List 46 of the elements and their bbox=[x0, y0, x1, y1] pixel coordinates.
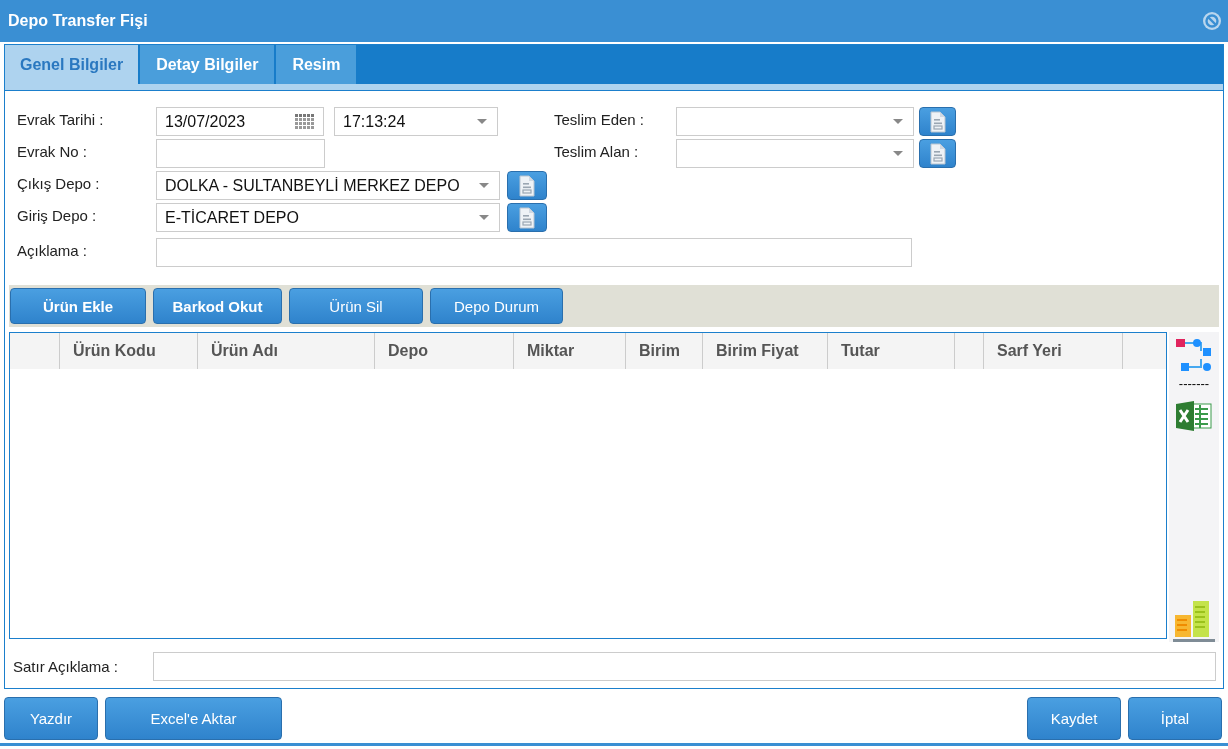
column-header[interactable]: Ürün Adı bbox=[198, 333, 375, 369]
lookup-button[interactable] bbox=[919, 107, 956, 136]
toolbar-button[interactable]: Barkod Okut bbox=[153, 288, 282, 324]
lookup-button[interactable] bbox=[919, 139, 956, 168]
footer-button[interactable]: Kaydet bbox=[1027, 697, 1121, 740]
toolbar-button[interactable]: Ürün Ekle bbox=[10, 288, 146, 324]
lookup-button[interactable] bbox=[507, 203, 547, 232]
input-field[interactable] bbox=[156, 238, 912, 267]
footer-button[interactable]: İptal bbox=[1128, 697, 1222, 740]
field-label: Açıklama : bbox=[17, 241, 89, 259]
toolbar-button[interactable]: Depo Durum bbox=[430, 288, 563, 324]
calendar-icon bbox=[295, 113, 315, 130]
field-label: Çıkış Depo : bbox=[17, 174, 101, 192]
column-header[interactable]: Tutar bbox=[828, 333, 955, 369]
document-icon bbox=[516, 173, 538, 198]
date-field[interactable]: 13/07/2023 bbox=[156, 107, 324, 136]
footer-button[interactable]: Yazdır bbox=[4, 697, 98, 740]
toolbar-button[interactable]: Ürün Sil bbox=[289, 288, 423, 324]
spreadsheet-icon[interactable] bbox=[1175, 400, 1213, 432]
dropdown-field[interactable]: E-TİCARET DEPO bbox=[156, 203, 500, 232]
column-header[interactable]: Ürün Kodu bbox=[60, 333, 198, 369]
bar-chart-icon[interactable] bbox=[1173, 601, 1215, 642]
separator-text: ------- bbox=[1178, 377, 1210, 390]
field-label: Evrak No : bbox=[17, 142, 89, 160]
dropdown-field[interactable] bbox=[676, 107, 914, 136]
input-field[interactable] bbox=[156, 139, 325, 168]
close-icon[interactable] bbox=[1202, 11, 1222, 31]
field-label: Evrak Tarihi : bbox=[17, 110, 105, 128]
field-label: Satır Açıklama : bbox=[13, 658, 120, 675]
dropdown-field[interactable]: DOLKA - SULTANBEYLİ MERKEZ DEPO bbox=[156, 171, 500, 200]
document-icon bbox=[516, 205, 538, 230]
input-field[interactable] bbox=[153, 652, 1216, 681]
field-label: Giriş Depo : bbox=[17, 206, 98, 224]
footer-button[interactable]: Excel'e Aktar bbox=[105, 697, 282, 740]
dropdown-field[interactable] bbox=[676, 139, 914, 168]
field-label: Teslim Eden : bbox=[554, 110, 646, 128]
lookup-button[interactable] bbox=[507, 171, 547, 200]
field-label: Teslim Alan : bbox=[554, 142, 640, 160]
column-header[interactable]: Depo bbox=[375, 333, 514, 369]
time-dropdown[interactable]: 17:13:24 bbox=[334, 107, 498, 136]
window-title: Depo Transfer Fişi bbox=[8, 12, 148, 30]
column-header[interactable]: Birim bbox=[626, 333, 703, 369]
column-header[interactable]: Birim Fiyat bbox=[703, 333, 828, 369]
column-header[interactable]: Miktar bbox=[514, 333, 626, 369]
flowchart-icon[interactable] bbox=[1175, 337, 1213, 373]
column-header[interactable]: Sarf Yeri bbox=[984, 333, 1123, 369]
